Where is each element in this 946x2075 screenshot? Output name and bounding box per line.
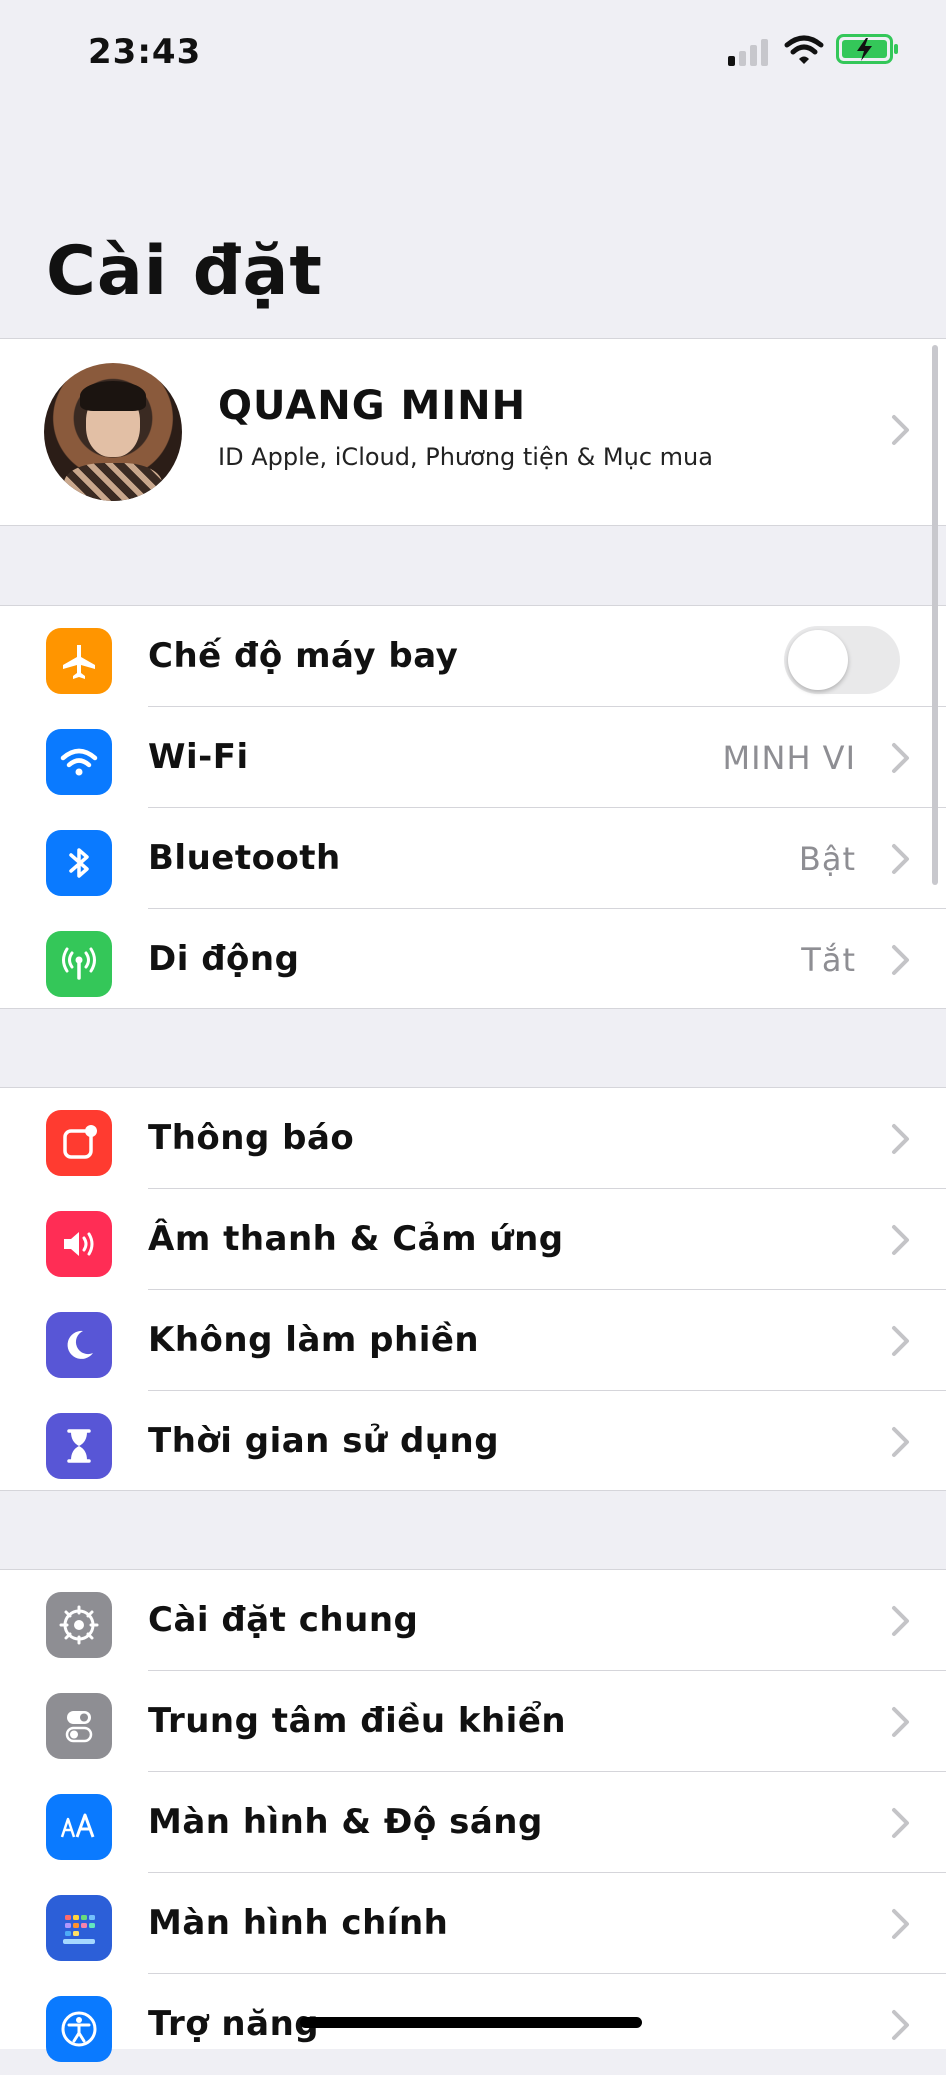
display-brightness-icon bbox=[46, 1794, 112, 1860]
row-label: Thông báo bbox=[148, 1118, 355, 1158]
row-label: Màn hình & Độ sáng bbox=[148, 1802, 543, 1842]
settings-row-screen-time[interactable]: Thời gian sử dụng bbox=[0, 1391, 946, 1492]
chevron-right-icon bbox=[892, 1606, 909, 1636]
settings-row-airplane-mode: Chế độ máy bay bbox=[0, 606, 946, 707]
row-label: Màn hình chính bbox=[148, 1903, 449, 1943]
chevron-right-icon bbox=[892, 1124, 909, 1154]
home-indicator[interactable] bbox=[300, 2017, 642, 2028]
chevron-right-icon bbox=[892, 2010, 909, 2040]
hourglass-icon bbox=[46, 1413, 112, 1479]
settings-row-bluetooth[interactable]: Bluetooth Bật bbox=[0, 808, 946, 909]
row-label: Cài đặt chung bbox=[148, 1600, 419, 1640]
battery-icon bbox=[836, 34, 898, 64]
control-center-icon bbox=[46, 1693, 112, 1759]
settings-row-control-center[interactable]: Trung tâm điều khiển bbox=[0, 1671, 946, 1772]
home-screen-icon bbox=[46, 1895, 112, 1961]
row-label: Wi-Fi bbox=[148, 737, 249, 777]
row-value: MINH VI bbox=[722, 739, 856, 777]
apple-id-profile-row[interactable]: QUANG MINH ID Apple, iCloud, Phương tiện… bbox=[0, 338, 946, 526]
chevron-right-icon bbox=[892, 1326, 909, 1356]
settings-row-display-brightness[interactable]: Màn hình & Độ sáng bbox=[0, 1772, 946, 1873]
settings-row-do-not-disturb[interactable]: Không làm phiền bbox=[0, 1290, 946, 1391]
row-label: Chế độ máy bay bbox=[148, 636, 459, 676]
chevron-right-icon bbox=[892, 1707, 909, 1737]
chevron-right-icon bbox=[892, 1427, 909, 1457]
airplane-icon bbox=[46, 628, 112, 694]
airplane-mode-toggle[interactable] bbox=[784, 626, 900, 694]
wifi-status-icon bbox=[784, 35, 824, 64]
notifications-icon bbox=[46, 1110, 112, 1176]
cellular-signal-icon bbox=[728, 38, 772, 66]
sound-icon bbox=[46, 1211, 112, 1277]
accessibility-icon bbox=[46, 1996, 112, 2062]
chevron-right-icon bbox=[892, 1225, 909, 1255]
row-label: Di động bbox=[148, 939, 300, 979]
profile-subtitle: ID Apple, iCloud, Phương tiện & Mục mua bbox=[218, 443, 713, 471]
settings-row-notifications[interactable]: Thông báo bbox=[0, 1088, 946, 1189]
row-value: Tắt bbox=[801, 941, 856, 979]
row-label: Thời gian sử dụng bbox=[148, 1421, 500, 1461]
settings-row-home-screen[interactable]: Màn hình chính bbox=[0, 1873, 946, 1974]
chevron-right-icon bbox=[892, 844, 909, 874]
chevron-right-icon bbox=[892, 945, 909, 975]
page-title: Cài đặt bbox=[46, 232, 323, 311]
row-label: Bluetooth bbox=[148, 838, 341, 878]
connectivity-group: Chế độ máy bay Wi-Fi MINH VI Bluetooth B… bbox=[0, 605, 946, 1009]
row-label: Trung tâm điều khiển bbox=[148, 1701, 567, 1741]
chevron-right-icon bbox=[892, 743, 909, 773]
profile-name: QUANG MINH bbox=[218, 383, 527, 429]
settings-row-general[interactable]: Cài đặt chung bbox=[0, 1570, 946, 1671]
notifications-group: Thông báo Âm thanh & Cảm ứng Không làm p… bbox=[0, 1087, 946, 1491]
row-label: Không làm phiền bbox=[148, 1320, 480, 1360]
bluetooth-icon bbox=[46, 830, 112, 896]
settings-row-cellular[interactable]: Di động Tắt bbox=[0, 909, 946, 1010]
chevron-right-icon bbox=[892, 415, 909, 445]
avatar bbox=[44, 363, 182, 501]
row-value: Bật bbox=[798, 840, 856, 878]
chevron-right-icon bbox=[892, 1909, 909, 1939]
general-group: Cài đặt chung Trung tâm điều khiển Màn h… bbox=[0, 1569, 946, 2062]
row-label: Âm thanh & Cảm ứng bbox=[148, 1219, 564, 1259]
cellular-icon bbox=[46, 931, 112, 997]
scrollbar[interactable] bbox=[932, 345, 938, 885]
status-time: 23:43 bbox=[88, 32, 202, 72]
moon-icon bbox=[46, 1312, 112, 1378]
chevron-right-icon bbox=[892, 1808, 909, 1838]
settings-row-wifi[interactable]: Wi-Fi MINH VI bbox=[0, 707, 946, 808]
settings-row-sounds-haptics[interactable]: Âm thanh & Cảm ứng bbox=[0, 1189, 946, 1290]
wifi-icon bbox=[46, 729, 112, 795]
status-bar: 23:43 bbox=[0, 0, 946, 110]
row-label: Trợ năng bbox=[148, 2004, 320, 2044]
gear-icon bbox=[46, 1592, 112, 1658]
